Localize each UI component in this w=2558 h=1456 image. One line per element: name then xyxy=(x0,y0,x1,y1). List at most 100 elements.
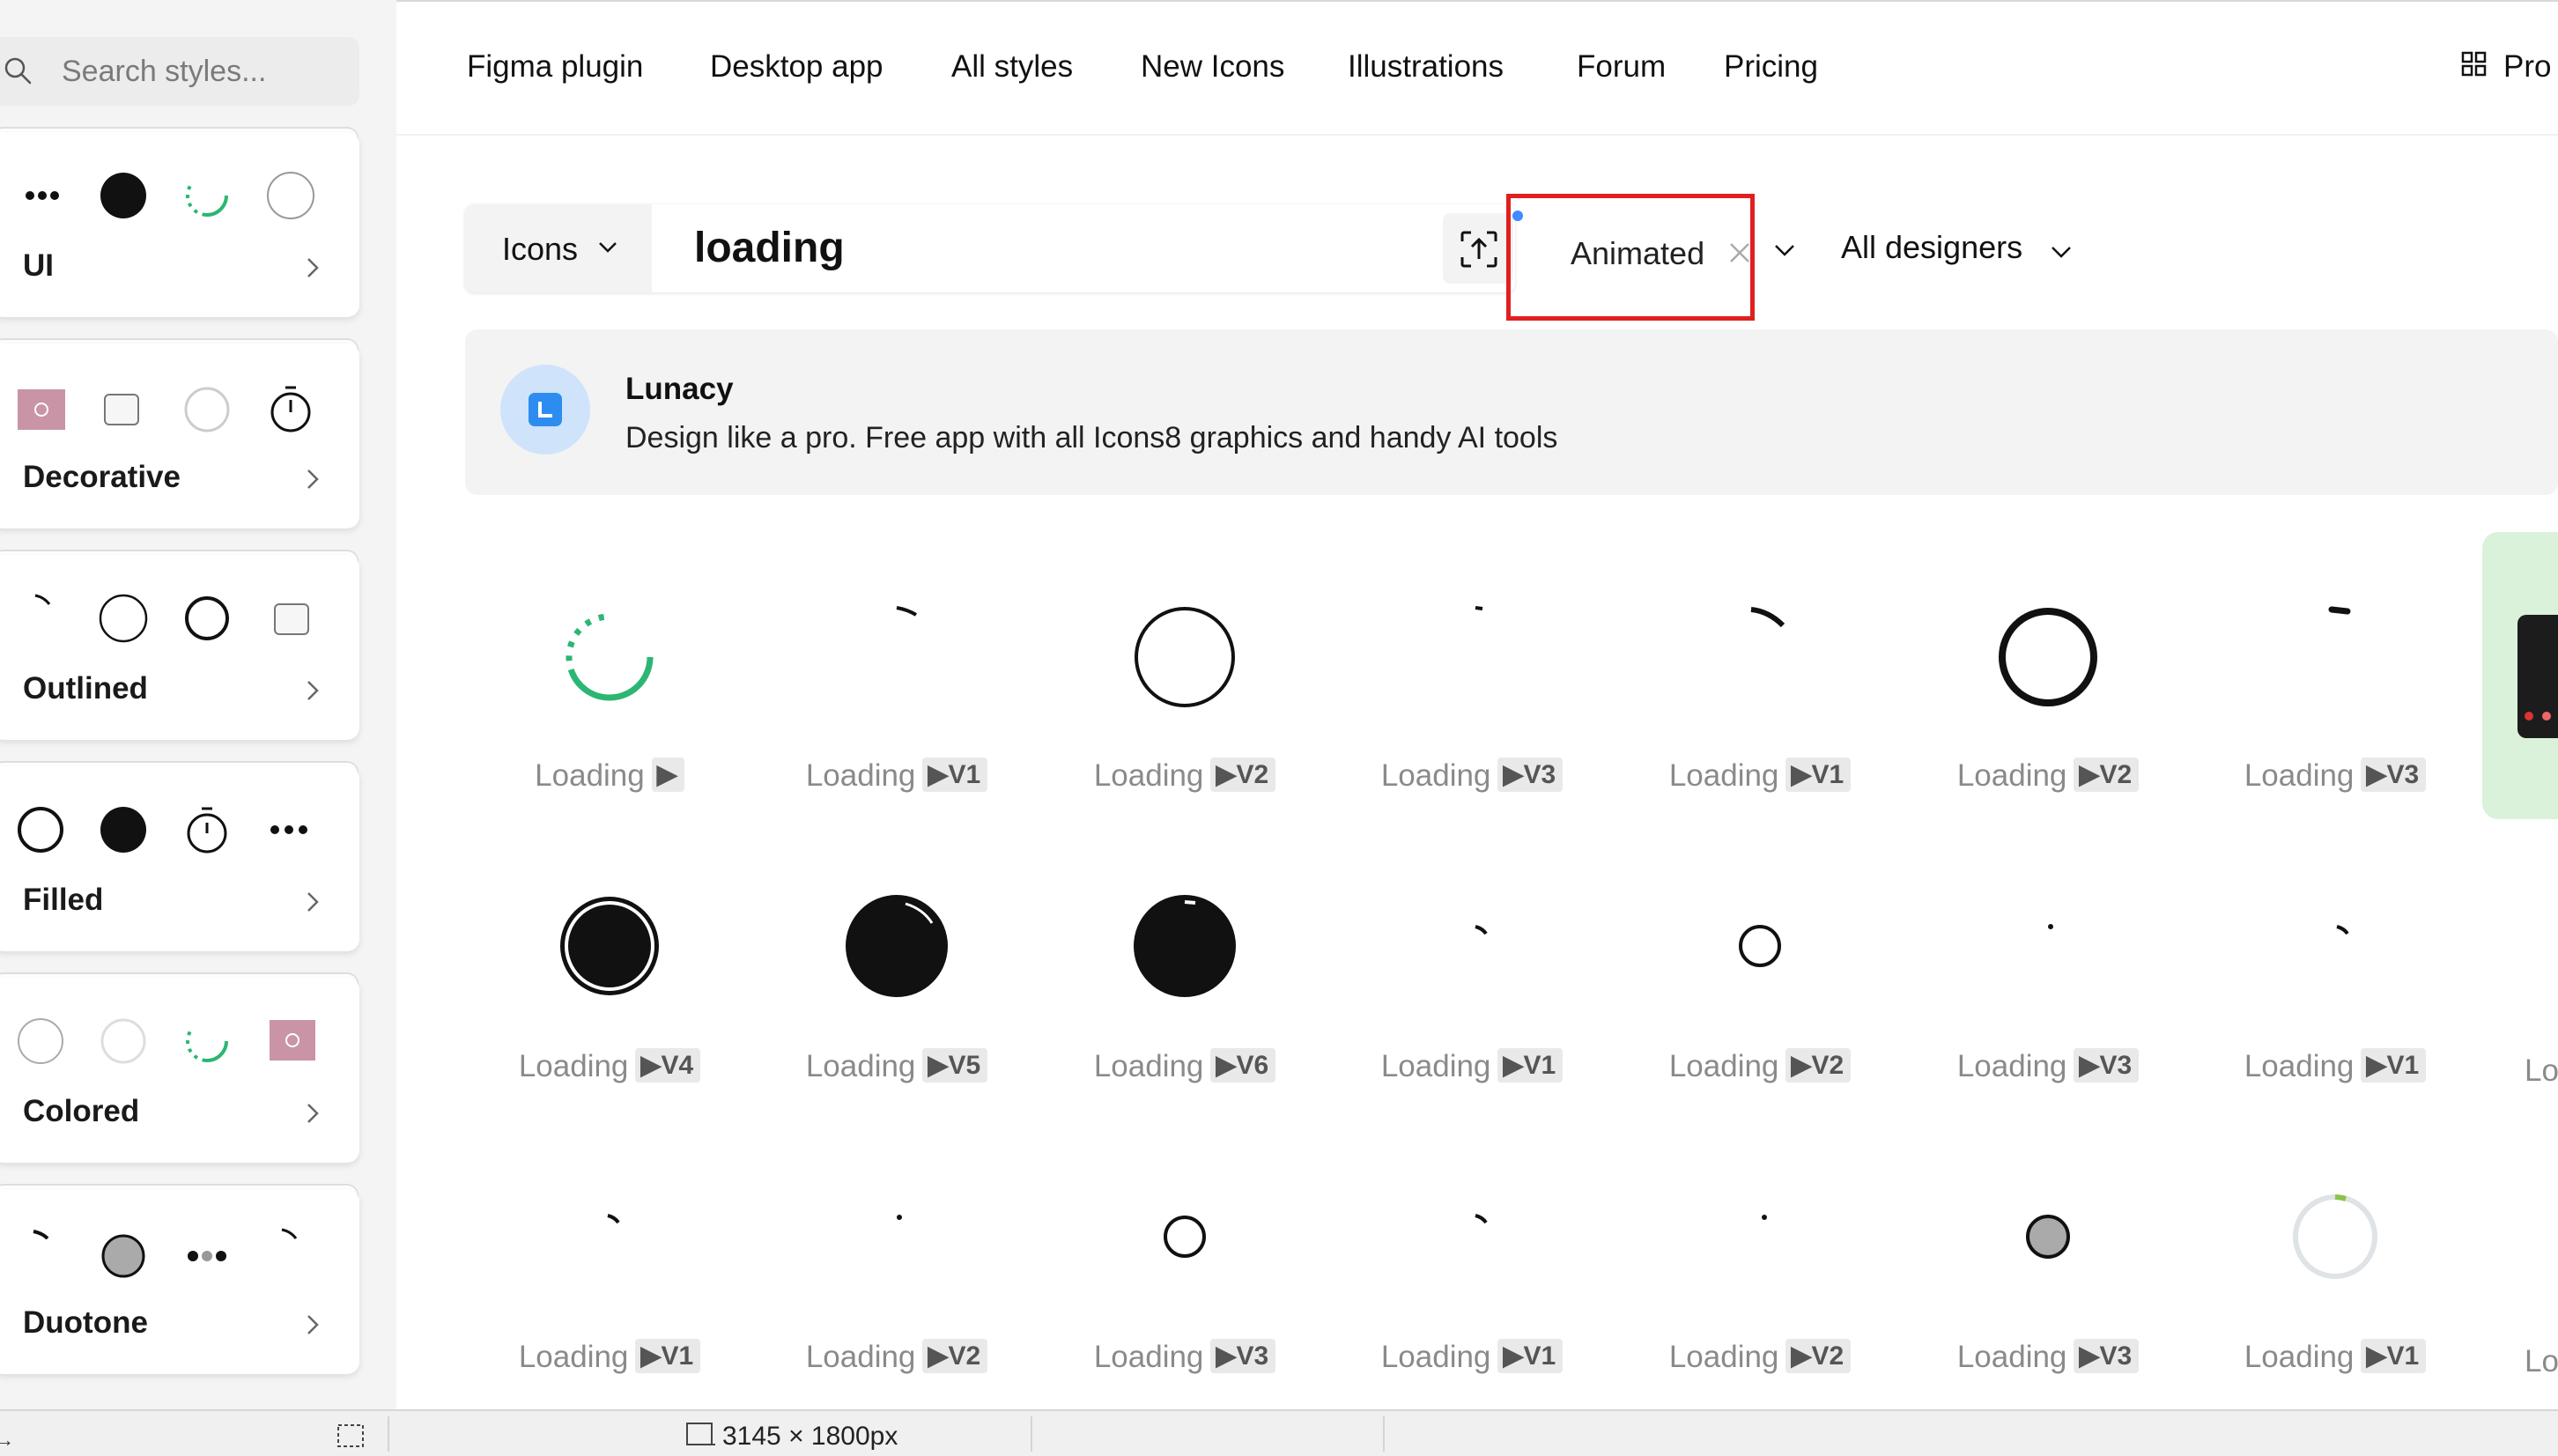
icon-result-label: Loading ▶V1 xyxy=(2203,1048,2467,1084)
icon-result[interactable]: Loading ▶V2 xyxy=(1916,590,2180,854)
circle-bold-icon xyxy=(185,596,229,640)
style-search-placeholder: Search styles... xyxy=(62,55,267,88)
nav-all-styles[interactable]: All styles xyxy=(951,49,1073,85)
animated-badge: ▶V1 xyxy=(1497,1339,1564,1373)
style-preview-icons xyxy=(18,798,335,860)
icon-result[interactable]: Loading ▶V1 xyxy=(765,590,1029,854)
chevron-right-icon xyxy=(307,1315,319,1334)
animated-badge: ▶V3 xyxy=(2361,758,2427,792)
dot-icon xyxy=(2048,924,2053,929)
chevron-right-icon xyxy=(307,469,319,489)
decorative-box-icon xyxy=(18,389,65,430)
filled-circle-icon xyxy=(100,807,146,853)
nav-desktop-app[interactable]: Desktop app xyxy=(710,49,883,85)
decorative-box-icon xyxy=(270,1020,315,1061)
nav-pricing[interactable]: Pricing xyxy=(1724,49,1818,85)
nav-figma-plugin[interactable]: Figma plugin xyxy=(467,49,643,85)
result-name: Loading xyxy=(1668,1340,1779,1374)
icon-result[interactable]: Loading ▶V1 xyxy=(2203,881,2467,1145)
icon-result[interactable]: Loading ▶V4 xyxy=(477,881,742,1145)
arc-tiny-icon xyxy=(1475,925,1488,935)
icon-result[interactable]: Loading ▶V1 xyxy=(2203,1171,2467,1436)
category-label: Icons xyxy=(502,231,579,267)
search-icon xyxy=(4,57,32,85)
selection-icon xyxy=(337,1424,364,1447)
style-search-field[interactable]: Search styles... xyxy=(0,37,359,106)
icon-result[interactable]: Loading ▶ xyxy=(477,590,742,854)
chevron-down-icon xyxy=(599,242,617,253)
icon-result[interactable]: Loading ▶V3 xyxy=(1053,1171,1317,1436)
result-name: Loading xyxy=(805,1340,916,1374)
animated-badge: ▶V3 xyxy=(2074,1048,2140,1083)
status-divider xyxy=(388,1416,389,1452)
stopwatch-icon xyxy=(270,386,311,432)
nav-forum[interactable]: Forum xyxy=(1577,49,1666,85)
result-name: Loading xyxy=(1668,758,1779,793)
icon-result[interactable]: Loading ▶V3 xyxy=(2203,590,2467,854)
category-dropdown[interactable]: Icons xyxy=(465,204,652,292)
icon-result[interactable]: Loading ▶V1 xyxy=(1340,881,1604,1145)
nav-illustrations[interactable]: Illustrations xyxy=(1348,49,1504,85)
icon-result[interactable]: Loading ▶V1 xyxy=(1628,590,1892,854)
icon-result-label: Loading ▶V3 xyxy=(1340,758,1604,794)
icon-result[interactable]: Loading ▶V1 xyxy=(477,1171,742,1436)
animated-badge: ▶V2 xyxy=(1785,1048,1852,1083)
spinner-green-icon xyxy=(186,174,228,217)
icon-result[interactable]: Loading ▶V2 xyxy=(1628,1171,1892,1436)
active-filter-dot xyxy=(1512,211,1523,221)
result-name: Loading xyxy=(535,758,645,793)
style-card-label: Colored xyxy=(23,1094,140,1128)
icon-result[interactable]: Loading ▶V2 xyxy=(1628,881,1892,1145)
icon-result[interactable]: Loading ▶V2 xyxy=(1053,590,1317,854)
designers-label: All designers xyxy=(1841,229,2023,265)
icon-result-label: Loading ▶V1 xyxy=(765,758,1029,794)
icon-result[interactable]: Loading ▶V6 xyxy=(1053,881,1317,1145)
icon-result-label: Loading ▶V3 xyxy=(2203,758,2467,794)
circle-outline-small-icon xyxy=(1739,925,1781,967)
outlined-box-icon xyxy=(104,394,139,425)
lunacy-promo-banner[interactable]: Lunacy Design like a pro. Free app with … xyxy=(465,329,2558,495)
designers-dropdown[interactable]: All designers xyxy=(1841,229,2071,266)
style-preview-icons xyxy=(18,164,335,225)
close-icon[interactable] xyxy=(1727,240,1752,265)
dash-bold-icon xyxy=(2328,606,2351,615)
animated-badge: ▶V3 xyxy=(1497,758,1564,792)
style-card-duotone[interactable]: Duotone xyxy=(0,1189,359,1374)
style-card-ui[interactable]: UI xyxy=(0,132,359,317)
style-card-filled[interactable]: Filled xyxy=(0,766,359,951)
arc-tiny-icon xyxy=(2336,925,2349,935)
icon-result[interactable]: Loading ▶V3 xyxy=(1916,881,2180,1145)
icon-result-label: Loading ▶V5 xyxy=(765,1048,1029,1084)
gray-circle-icon xyxy=(2026,1215,2070,1259)
chevron-right-icon xyxy=(307,681,319,700)
animated-badge: ▶V1 xyxy=(635,1339,701,1373)
gray-circle-icon xyxy=(101,1234,145,1278)
icon-result[interactable]: Loading ▶V2 xyxy=(765,1171,1029,1436)
nav-new-icons[interactable]: New Icons xyxy=(1141,49,1284,85)
style-card-decorative[interactable]: Decorative xyxy=(0,344,359,528)
animated-badge: ▶V2 xyxy=(1210,758,1276,792)
icon-result-label: Loading ▶V1 xyxy=(1340,1339,1604,1375)
filled-circle-arc-icon xyxy=(846,895,948,997)
window-top-border xyxy=(396,0,2558,2)
style-card-outlined[interactable]: Outlined xyxy=(0,555,359,740)
style-card-colored[interactable]: Colored xyxy=(0,978,359,1163)
icon-result[interactable]: Loading ▶V3 xyxy=(1340,590,1604,854)
arc-small-icon xyxy=(896,606,918,617)
icon-result[interactable]: Loading ▶V5 xyxy=(765,881,1029,1145)
arc-icon xyxy=(34,594,51,605)
animated-filter-chip[interactable]: Animated xyxy=(1506,194,1755,321)
animated-badge: ▶V1 xyxy=(1785,758,1852,792)
animated-badge: ▶V3 xyxy=(1210,1339,1276,1373)
icon-result[interactable]: Loading ▶V3 xyxy=(1916,1171,2180,1436)
result-name: Loading xyxy=(2244,758,2355,793)
search-query-input[interactable]: loading xyxy=(694,224,845,272)
icon-result[interactable]: Loading ▶V1 xyxy=(1340,1171,1604,1436)
app-promo-card[interactable] xyxy=(2482,532,2558,819)
filled-circle-dot-icon xyxy=(1134,895,1236,997)
chevron-down-icon[interactable] xyxy=(1772,238,1797,262)
lunacy-logo-icon xyxy=(500,365,590,455)
upload-image-button[interactable] xyxy=(1443,213,1513,284)
animated-badge: ▶V1 xyxy=(2361,1339,2427,1373)
result-name: Loading xyxy=(1093,1049,1204,1083)
